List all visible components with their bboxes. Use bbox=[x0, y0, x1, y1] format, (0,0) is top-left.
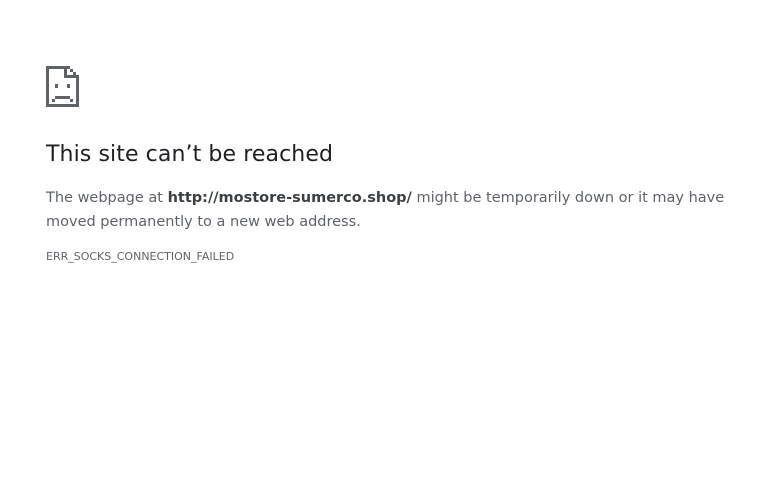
description-prefix: The webpage at bbox=[46, 190, 168, 206]
error-page: This site can’t be reached The webpage a… bbox=[0, 0, 780, 493]
error-description: The webpage at http://mostore-sumerco.sh… bbox=[46, 186, 736, 234]
error-code: ERR_SOCKS_CONNECTION_FAILED bbox=[46, 250, 235, 263]
sad-page-icon bbox=[46, 66, 79, 107]
failed-url: http://mostore-sumerco.shop/ bbox=[167, 190, 412, 206]
page-title: This site can’t be reached bbox=[46, 142, 334, 167]
